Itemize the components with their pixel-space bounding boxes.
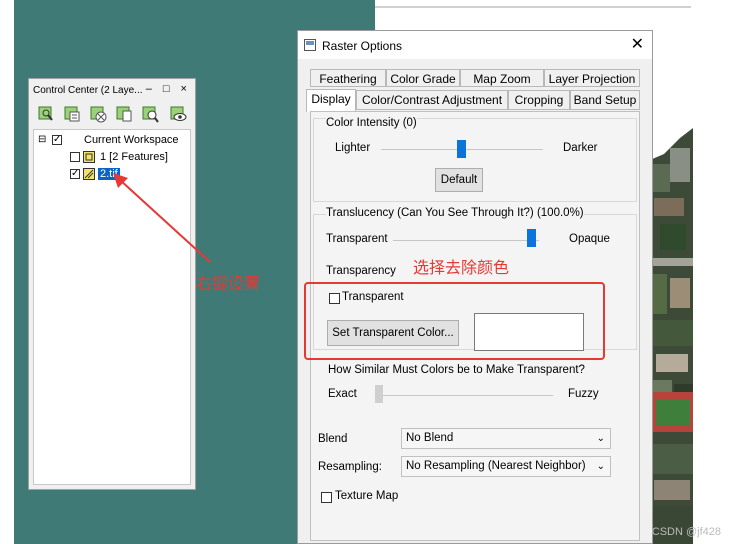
- remove-color-annotation: 选择去除颜色: [413, 260, 510, 277]
- highlight-box: [304, 282, 605, 360]
- annotation-arrow: [113, 173, 211, 263]
- right-click-annotation: 右键设置: [196, 276, 261, 293]
- watermark: CSDN @jf428: [651, 526, 721, 538]
